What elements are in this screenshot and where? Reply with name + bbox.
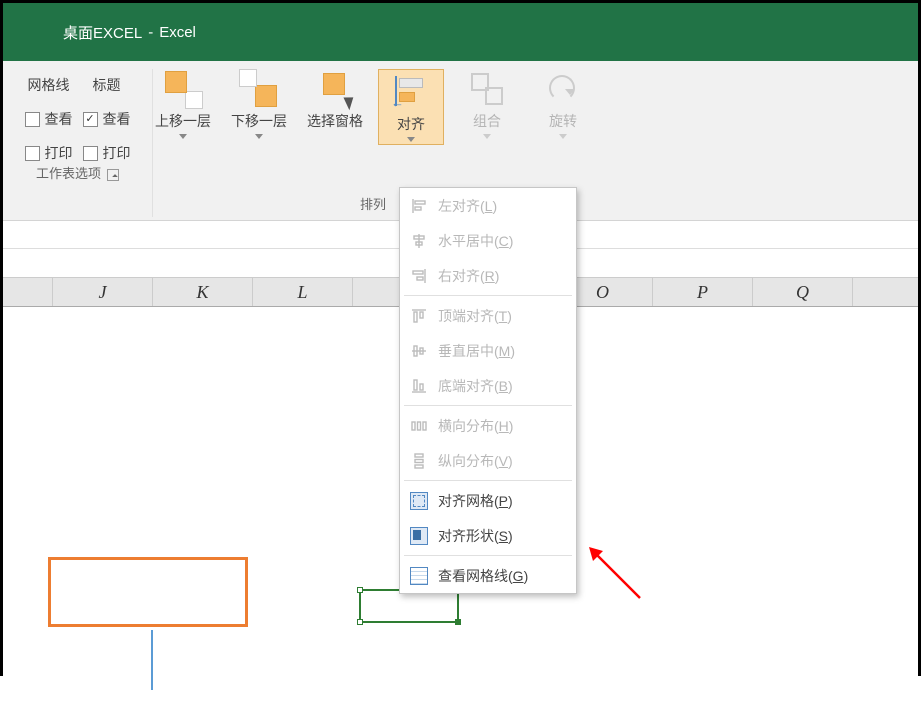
column-header[interactable]: J bbox=[53, 278, 153, 306]
checkbox-empty-icon bbox=[25, 146, 40, 161]
chevron-down-icon bbox=[407, 137, 415, 142]
snap-to-grid-icon bbox=[410, 492, 428, 510]
checkbox-empty-icon bbox=[25, 112, 40, 127]
bring-forward-button[interactable]: 上移一层 bbox=[150, 69, 216, 139]
menu-align-middle[interactable]: 垂直居中(M) bbox=[400, 333, 576, 368]
gridlines-heading: 网格线 bbox=[25, 75, 73, 95]
distribute-vertical-icon bbox=[410, 452, 428, 470]
send-backward-button[interactable]: 下移一层 bbox=[226, 69, 292, 139]
bring-forward-icon bbox=[163, 69, 203, 109]
align-top-icon bbox=[410, 307, 428, 325]
align-bottom-icon bbox=[410, 377, 428, 395]
headings-heading: 标题 bbox=[83, 75, 131, 95]
menu-align-right[interactable]: 右对齐(R) bbox=[400, 258, 576, 293]
snap-to-shape-icon bbox=[410, 527, 428, 545]
selection-pane-button[interactable]: 选择窗格 bbox=[302, 69, 368, 130]
chevron-down-icon bbox=[483, 134, 491, 139]
column-header[interactable]: K bbox=[153, 278, 253, 306]
chevron-down-icon bbox=[255, 134, 263, 139]
align-dropdown-menu: 左对齐(L) 水平居中(C) 右对齐(R) 顶端对齐(T) 垂直居中(M) 底端… bbox=[399, 187, 577, 594]
menu-align-top[interactable]: 顶端对齐(T) bbox=[400, 298, 576, 333]
arrange-label: 排列 bbox=[360, 194, 386, 213]
align-left-icon bbox=[410, 197, 428, 215]
align-middle-icon bbox=[410, 342, 428, 360]
menu-align-left[interactable]: 左对齐(L) bbox=[400, 188, 576, 223]
rotate-icon bbox=[543, 69, 583, 109]
chevron-down-icon bbox=[559, 134, 567, 139]
menu-distribute-horizontal[interactable]: 横向分布(H) bbox=[400, 408, 576, 443]
title-bar: 桌面EXCEL - Excel bbox=[3, 3, 918, 61]
headings-print-checkbox[interactable]: 打印 bbox=[83, 143, 131, 163]
align-center-icon bbox=[410, 232, 428, 250]
doc-title: 桌面EXCEL bbox=[63, 22, 142, 43]
group-icon bbox=[467, 69, 507, 109]
gridlines-print-checkbox[interactable]: 打印 bbox=[25, 143, 73, 163]
align-icon: ← bbox=[391, 72, 431, 112]
align-button[interactable]: ← 对齐 bbox=[378, 69, 444, 145]
sheet-options-label: 工作表选项 bbox=[36, 163, 101, 182]
menu-snap-to-shape[interactable]: 对齐形状(S) bbox=[400, 518, 576, 553]
group-button[interactable]: 组合 bbox=[454, 69, 520, 139]
gridlines-view-checkbox[interactable]: 查看 bbox=[25, 109, 73, 129]
column-header[interactable]: P bbox=[653, 278, 753, 306]
app-name: Excel bbox=[159, 24, 196, 41]
orange-rectangle-shape[interactable] bbox=[48, 557, 248, 627]
menu-align-bottom[interactable]: 底端对齐(B) bbox=[400, 368, 576, 403]
chevron-down-icon bbox=[179, 134, 187, 139]
menu-snap-to-grid[interactable]: 对齐网格(P) bbox=[400, 483, 576, 518]
selection-pane-icon bbox=[315, 69, 355, 109]
menu-view-gridlines[interactable]: 查看网格线(G) bbox=[400, 558, 576, 593]
gridlines-icon bbox=[410, 567, 428, 585]
green-rectangle-shape-selected[interactable] bbox=[359, 589, 459, 623]
sheet-options-group: 网格线 查看 打印 标题 ✓ 查看 打印 bbox=[3, 69, 153, 217]
menu-distribute-vertical[interactable]: 纵向分布(V) bbox=[400, 443, 576, 478]
send-backward-icon bbox=[239, 69, 279, 109]
column-header[interactable] bbox=[3, 278, 53, 306]
align-right-icon bbox=[410, 267, 428, 285]
checkbox-empty-icon bbox=[83, 146, 98, 161]
checkbox-checked-icon: ✓ bbox=[83, 112, 98, 127]
headings-view-checkbox[interactable]: ✓ 查看 bbox=[83, 109, 131, 129]
rotate-button[interactable]: 旋转 bbox=[530, 69, 596, 139]
column-header[interactable]: Q bbox=[753, 278, 853, 306]
dialog-launcher-icon[interactable] bbox=[107, 169, 119, 181]
title-separator: - bbox=[148, 24, 153, 41]
menu-align-center[interactable]: 水平居中(C) bbox=[400, 223, 576, 258]
column-header[interactable]: L bbox=[253, 278, 353, 306]
distribute-horizontal-icon bbox=[410, 417, 428, 435]
blue-connector-line[interactable] bbox=[151, 630, 153, 690]
